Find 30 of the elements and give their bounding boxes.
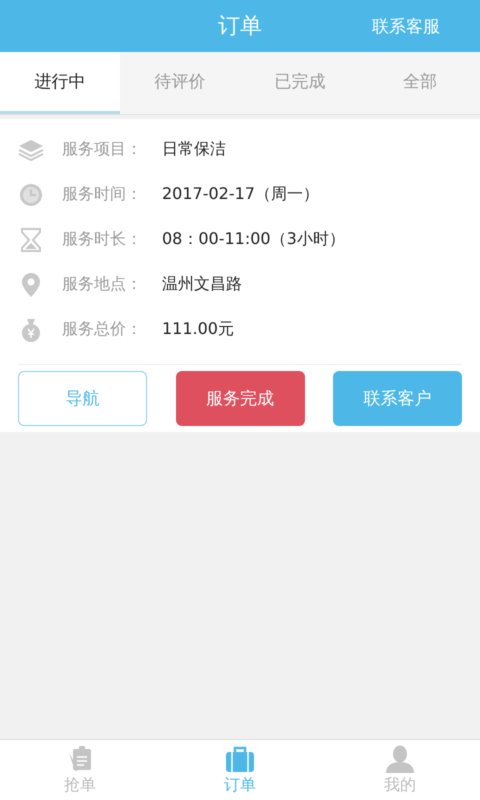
field-label: 服务地点：	[62, 274, 143, 295]
nav-item[interactable]: 我的	[320, 740, 480, 800]
page-title: 订单	[218, 13, 262, 41]
action-button[interactable]: 联系客户	[333, 371, 462, 426]
clipboard-icon	[67, 744, 93, 772]
field-value: 111.00元	[162, 319, 234, 340]
order-tab[interactable]: 全部	[360, 52, 480, 114]
nav-item[interactable]: 订单	[160, 740, 320, 800]
order-tab[interactable]: 已完成	[240, 52, 360, 114]
order-tab[interactable]: 待评价	[120, 52, 240, 114]
field-label: 服务时间：	[62, 184, 143, 205]
clock-icon	[19, 182, 43, 206]
order-tab[interactable]: 进行中	[0, 52, 120, 114]
hourglass-icon	[20, 228, 42, 252]
action-button[interactable]: 导航	[18, 371, 147, 426]
field-value: 日常保洁	[162, 139, 226, 160]
contact-service-link[interactable]: 联系客服	[372, 15, 440, 38]
location-pin-icon	[21, 272, 41, 298]
layers-icon	[18, 138, 44, 160]
action-button[interactable]: 服务完成	[176, 371, 304, 426]
money-bag-icon	[21, 318, 41, 342]
field-label: 服务总价：	[62, 319, 143, 340]
briefcase-icon	[225, 744, 255, 772]
field-value: 2017-02-17（周一）	[162, 184, 319, 205]
field-label: 服务时长：	[62, 229, 143, 250]
field-value: 温州文昌路	[162, 274, 242, 295]
field-value: 08：00-11:00（3小时）	[162, 229, 345, 250]
person-icon	[385, 744, 415, 772]
field-label: 服务项目：	[62, 139, 143, 160]
nav-item[interactable]: 抢单	[0, 740, 160, 800]
